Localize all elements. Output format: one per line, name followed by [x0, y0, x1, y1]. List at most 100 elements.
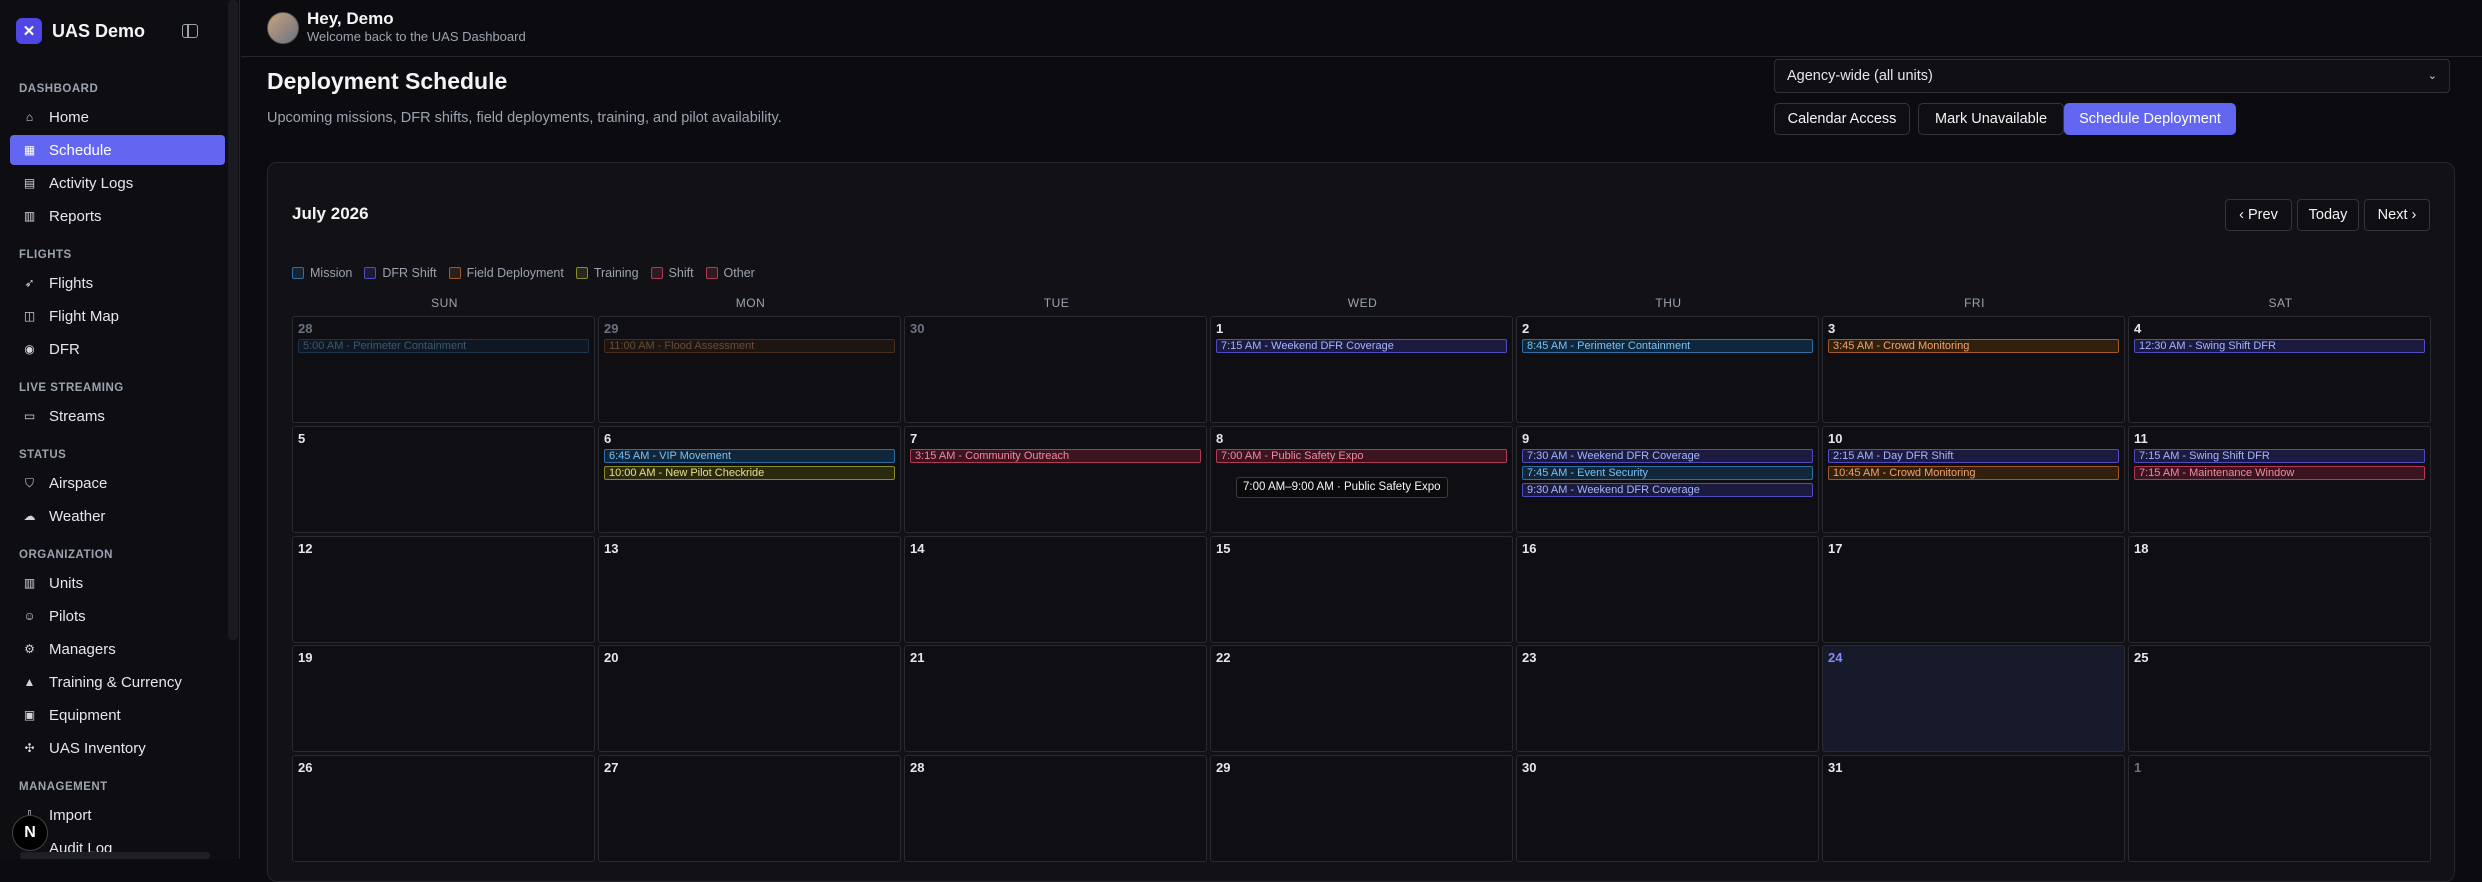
sidebar-item-dfr[interactable]: ◉ DFR: [10, 334, 225, 364]
sidebar-item-airspace[interactable]: ⛉ Airspace: [10, 468, 225, 498]
day-cell[interactable]: 29 11:00 AM - Flood Assessment: [598, 316, 901, 423]
day-cell[interactable]: 10 2:15 AM - Day DFR Shift 10:45 AM - Crow…: [1822, 426, 2125, 533]
day-cell[interactable]: 28 5:00 AM - Perimeter Containment: [292, 316, 595, 423]
sidebar-item-units[interactable]: ▥ Units: [10, 568, 225, 598]
day-cell[interactable]: 3 3:45 AM - Crowd Monitoring: [1822, 316, 2125, 423]
schedule-deployment-button[interactable]: Schedule Deployment: [2064, 103, 2236, 135]
day-cell[interactable]: 23: [1516, 645, 1819, 752]
day-cell[interactable]: 15: [1210, 536, 1513, 643]
day-cell[interactable]: 19: [292, 645, 595, 752]
today-button[interactable]: Today: [2297, 199, 2359, 231]
calendar-event[interactable]: 3:15 AM - Community Outreach: [910, 449, 1201, 463]
day-cell[interactable]: 21: [904, 645, 1207, 752]
sidebar-item-reports[interactable]: ▥ Reports: [10, 201, 225, 231]
day-cell[interactable]: 29: [1210, 755, 1513, 862]
day-cell[interactable]: 18: [2128, 536, 2431, 643]
prev-month-button[interactable]: ‹ Prev: [2225, 199, 2292, 231]
day-number: 2: [1522, 321, 1530, 336]
chevron-down-icon: ⌄: [2427, 70, 2437, 82]
sidebar-item-schedule[interactable]: ▦ Schedule: [10, 135, 225, 165]
calendar-access-button[interactable]: Calendar Access: [1774, 103, 1910, 135]
sidebar-item-equipment[interactable]: ▣ Equipment: [10, 700, 225, 730]
day-cell[interactable]: 20: [598, 645, 901, 752]
day-cell[interactable]: 9 7:30 AM - Weekend DFR Coverage 7:45 AM -…: [1516, 426, 1819, 533]
legend-label: Shift: [668, 266, 694, 280]
sidebar-item-label: UAS Inventory: [49, 739, 146, 757]
day-cell[interactable]: 28: [904, 755, 1207, 862]
sidebar-item-pilots[interactable]: ☺ Pilots: [10, 601, 225, 631]
calendar-event[interactable]: 9:30 AM - Weekend DFR Coverage: [1522, 483, 1813, 497]
calendar-event[interactable]: 3:45 AM - Crowd Monitoring: [1828, 339, 2119, 353]
calendar-event[interactable]: 7:00 AM - Public Safety Expo: [1216, 449, 1507, 463]
sidebar-item-weather[interactable]: ☁ Weather: [10, 501, 225, 531]
day-cell[interactable]: 5: [292, 426, 595, 533]
legend-label: Other: [723, 266, 755, 280]
calendar-event[interactable]: 7:15 AM - Weekend DFR Coverage: [1216, 339, 1507, 353]
day-cell[interactable]: 22: [1210, 645, 1513, 752]
day-cell[interactable]: 7 3:15 AM - Community Outreach: [904, 426, 1207, 533]
sidebar-item-training-currency[interactable]: ▲ Training & Currency: [10, 667, 225, 697]
sidebar-collapse-icon[interactable]: [182, 24, 198, 38]
day-cell[interactable]: 6 6:45 AM - VIP Movement 10:00 AM - New Pi…: [598, 426, 901, 533]
calendar-event[interactable]: 7:15 AM - Swing Shift DFR: [2134, 449, 2425, 463]
calendar-event[interactable]: 7:45 AM - Event Security: [1522, 466, 1813, 480]
day-cell[interactable]: 31: [1822, 755, 2125, 862]
nav-section-title: FLIGHTS: [19, 249, 72, 261]
weekday-header: THU: [1655, 296, 1682, 310]
day-cell[interactable]: 30: [904, 316, 1207, 423]
day-cell[interactable]: 2 8:45 AM - Perimeter Containment: [1516, 316, 1819, 423]
day-cell[interactable]: 26: [292, 755, 595, 862]
calendar-event[interactable]: 8:45 AM - Perimeter Containment: [1522, 339, 1813, 353]
calendar-event[interactable]: 12:30 AM - Swing Shift DFR: [2134, 339, 2425, 353]
day-cell[interactable]: 25: [2128, 645, 2431, 752]
agency-select[interactable]: Agency-wide (all units) ⌄: [1774, 59, 2450, 93]
sidebar-item-uas-inventory[interactable]: ✣ UAS Inventory: [10, 733, 225, 763]
day-cell[interactable]: 4 12:30 AM - Swing Shift DFR: [2128, 316, 2431, 423]
legend-item: Other: [705, 266, 755, 280]
calendar-event[interactable]: 6:45 AM - VIP Movement: [604, 449, 895, 463]
sidebar-item-streams[interactable]: ▭ Streams: [10, 401, 225, 431]
legend-label: DFR Shift: [382, 266, 437, 280]
calendar-event[interactable]: 5:00 AM - Perimeter Containment: [298, 339, 589, 353]
sidebar-scrollbar[interactable]: [228, 0, 238, 640]
day-number: 22: [1216, 650, 1231, 665]
day-cell[interactable]: 17: [1822, 536, 2125, 643]
day-cell[interactable]: 13: [598, 536, 901, 643]
day-cell[interactable]: 30: [1516, 755, 1819, 862]
sidebar-item-label: Airspace: [49, 474, 108, 492]
box-icon: ▣: [23, 708, 36, 722]
next-dev-badge[interactable]: N: [12, 815, 48, 851]
sidebar-item-flight-map[interactable]: ◫ Flight Map: [10, 301, 225, 331]
day-cell[interactable]: 1: [2128, 755, 2431, 862]
day-cell[interactable]: 14: [904, 536, 1207, 643]
weekday-header: TUE: [1043, 296, 1070, 310]
brand[interactable]: ✕ UAS Demo: [16, 18, 145, 44]
day-number: 26: [298, 760, 313, 775]
day-cell[interactable]: 1 7:15 AM - Weekend DFR Coverage: [1210, 316, 1513, 423]
mark-unavailable-button[interactable]: Mark Unavailable: [1918, 103, 2064, 135]
sidebar-item-managers[interactable]: ⚙ Managers: [10, 634, 225, 664]
day-cell[interactable]: 11 7:15 AM - Swing Shift DFR 7:15 AM - Mai…: [2128, 426, 2431, 533]
sidebar-item-flights[interactable]: ➶ Flights: [10, 268, 225, 298]
day-cell[interactable]: 24: [1822, 645, 2125, 752]
day-number: 15: [1216, 541, 1231, 556]
calendar-event[interactable]: 10:45 AM - Crowd Monitoring: [1828, 466, 2119, 480]
calendar-event[interactable]: 7:30 AM - Weekend DFR Coverage: [1522, 449, 1813, 463]
welcome-text: Welcome back to the UAS Dashboard: [307, 29, 526, 44]
calendar-event[interactable]: 11:00 AM - Flood Assessment: [604, 339, 895, 353]
next-month-button[interactable]: Next ›: [2364, 199, 2430, 231]
calendar-event[interactable]: 7:15 AM - Maintenance Window: [2134, 466, 2425, 480]
day-cell[interactable]: 27: [598, 755, 901, 862]
user-avatar[interactable]: [267, 12, 299, 44]
day-number: 1: [1216, 321, 1224, 336]
sidebar-horizontal-scrollbar[interactable]: [20, 852, 210, 859]
day-cell[interactable]: 12: [292, 536, 595, 643]
nav-section-title: MANAGEMENT: [19, 781, 108, 793]
day-number: 20: [604, 650, 619, 665]
calendar-event[interactable]: 10:00 AM - New Pilot Checkride: [604, 466, 895, 480]
calendar-event[interactable]: 2:15 AM - Day DFR Shift: [1828, 449, 2119, 463]
sidebar-item-activity-logs[interactable]: ▤ Activity Logs: [10, 168, 225, 198]
legend-swatch: [364, 267, 377, 279]
day-cell[interactable]: 16: [1516, 536, 1819, 643]
sidebar-item-home[interactable]: ⌂ Home: [10, 102, 225, 132]
